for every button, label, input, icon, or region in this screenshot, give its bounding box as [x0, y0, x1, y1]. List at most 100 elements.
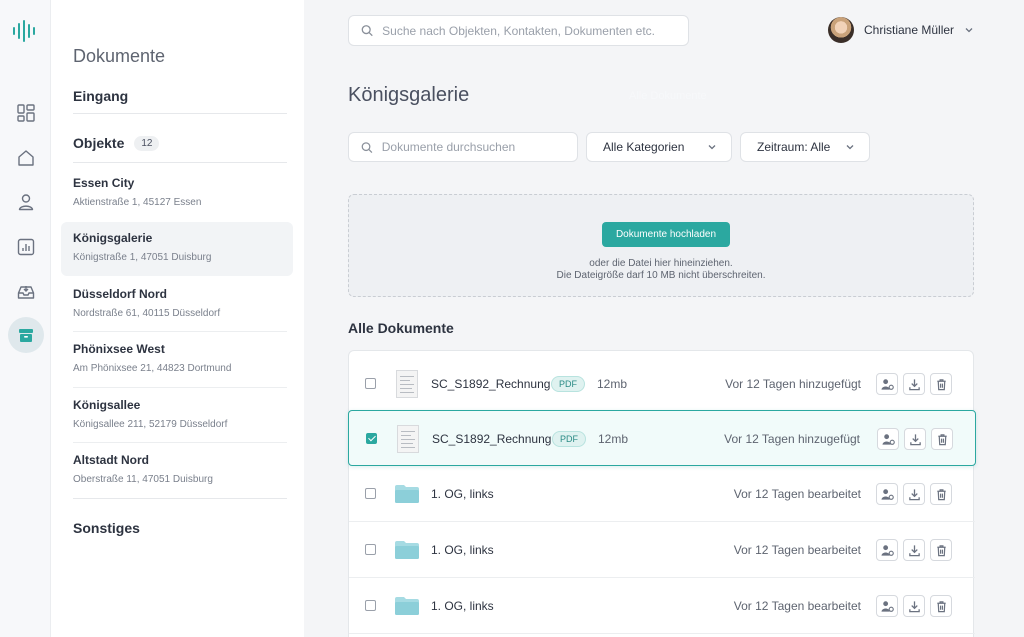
trash-icon — [937, 433, 947, 445]
upload-documents-button[interactable]: Dokumente hochladen — [602, 222, 730, 247]
sidebar-item-label: Eingang — [73, 88, 129, 104]
object-name: Essen City — [73, 176, 135, 190]
file-size: 12mb — [597, 377, 628, 391]
object-item-phoenixsee-west[interactable]: Phönixsee West Am Phönixsee 21, 44823 Do… — [61, 333, 293, 387]
object-item-essen-city[interactable]: Essen City Aktienstraße 1, 45127 Essen — [61, 167, 293, 221]
dropzone-hint: oder die Datei hier hineinziehen. — [589, 258, 733, 269]
sidebar-item-other[interactable]: Sonstiges — [73, 520, 140, 536]
delete-button[interactable] — [930, 539, 952, 561]
object-address: Am Phönixsee 21, 44823 Dortmund — [73, 363, 232, 374]
object-address: Königstraße 1, 47051 Duisburg — [73, 252, 212, 263]
object-name: Phönixsee West — [73, 342, 165, 356]
download-icon — [908, 378, 920, 390]
divider — [73, 331, 287, 332]
table-row[interactable]: 1. OG, links Vor 12 Tagen bearbeitet — [349, 522, 975, 578]
divider — [73, 113, 287, 114]
folder-name[interactable]: 1. OG, links — [431, 487, 494, 501]
object-address: Königsallee 211, 52179 Düsseldorf — [73, 419, 228, 430]
download-icon — [908, 544, 920, 556]
inbox-icon[interactable] — [8, 274, 44, 310]
table-row[interactable]: 1. OG, links Vor 12 Tagen bearbeitet — [349, 578, 975, 634]
global-search[interactable] — [348, 15, 689, 46]
row-checkbox[interactable] — [365, 488, 376, 499]
share-button[interactable] — [877, 428, 899, 450]
section-title: Alle Dokumente — [348, 320, 454, 336]
file-date: Vor 12 Tagen bearbeitet — [733, 543, 861, 557]
download-button[interactable] — [903, 595, 925, 617]
download-button[interactable] — [903, 373, 925, 395]
chart-icon[interactable] — [8, 229, 44, 265]
home-icon[interactable] — [8, 140, 44, 176]
share-button[interactable] — [876, 373, 898, 395]
chevron-down-icon — [846, 145, 854, 150]
file-name[interactable]: SC_S1892_Rechnung — [432, 432, 551, 446]
object-item-koenigsallee[interactable]: Königsallee Königsallee 211, 52179 Düsse… — [61, 389, 293, 443]
upload-dropzone[interactable]: Dokumente hochladen oder die Datei hier … — [348, 194, 974, 297]
period-select[interactable]: Zeitraum: Alle — [740, 132, 870, 162]
user-settings-icon — [880, 378, 894, 390]
search-icon — [361, 141, 373, 153]
user-settings-icon — [880, 600, 894, 612]
folder-icon — [395, 485, 419, 503]
object-item-koenigsgalerie[interactable]: Königsgalerie Königstraße 1, 47051 Duisb… — [61, 222, 293, 276]
icon-rail — [0, 0, 51, 637]
row-checkbox[interactable] — [365, 600, 376, 611]
file-date: Vor 12 Tagen bearbeitet — [733, 599, 861, 613]
archive-icon[interactable] — [8, 317, 44, 353]
share-button[interactable] — [876, 539, 898, 561]
user-name: Christiane Müller — [864, 23, 955, 37]
chevron-down-icon — [708, 145, 716, 150]
avatar — [828, 17, 854, 43]
object-name: Düsseldorf Nord — [73, 287, 168, 301]
download-button[interactable] — [903, 483, 925, 505]
folder-icon — [395, 541, 419, 559]
object-item-duesseldorf-nord[interactable]: Düsseldorf Nord Nordstraße 61, 40115 Düs… — [61, 278, 293, 332]
table-row[interactable]: 1. OG, links Vor 12 Tagen bearbeitet — [349, 466, 975, 522]
share-button[interactable] — [876, 595, 898, 617]
category-select[interactable]: Alle Kategorien — [586, 132, 732, 162]
global-search-input[interactable] — [382, 23, 688, 38]
trash-icon — [936, 488, 946, 500]
row-checkbox[interactable] — [365, 378, 376, 389]
sidebar-item-label: Sonstiges — [73, 520, 140, 536]
download-button[interactable] — [904, 428, 926, 450]
page-title: Königsgalerie — [348, 84, 470, 106]
person-icon[interactable] — [8, 184, 44, 220]
file-type-badge: PDF — [551, 376, 585, 392]
file-type-badge: PDF — [552, 431, 586, 447]
dashboard-icon[interactable] — [8, 95, 44, 131]
user-menu[interactable]: Christiane Müller — [828, 17, 974, 43]
row-checkbox[interactable] — [365, 544, 376, 555]
row-checkbox[interactable] — [366, 433, 377, 444]
delete-button[interactable] — [930, 373, 952, 395]
table-row-selected[interactable]: SC_S1892_Rechnung PDF 12mb Vor 12 Tagen … — [348, 410, 976, 466]
sidebar-item-label: Objekte — [73, 135, 125, 151]
period-select-value: Zeitraum: Alle — [757, 140, 831, 154]
sidebar-item-objects[interactable]: Objekte 12 — [73, 135, 160, 151]
document-list: SC_S1892_Rechnung PDF 12mb Vor 12 Tagen … — [348, 350, 976, 637]
delete-button[interactable] — [930, 483, 952, 505]
share-button[interactable] — [876, 483, 898, 505]
search-icon — [361, 25, 373, 37]
object-address: Nordstraße 61, 40115 Düsseldorf — [73, 308, 221, 319]
divider — [73, 162, 287, 163]
divider — [73, 387, 287, 388]
sidebar-title: Dokumente — [73, 46, 166, 66]
divider — [73, 442, 287, 443]
document-search[interactable] — [348, 132, 578, 162]
file-date: Vor 12 Tagen hinzugefügt — [724, 432, 860, 446]
delete-button[interactable] — [931, 428, 953, 450]
object-item-altstadt-nord[interactable]: Altstadt Nord Oberstraße 11, 47051 Duisb… — [61, 444, 293, 498]
file-name[interactable]: SC_S1892_Rechnung — [431, 377, 550, 391]
folder-name[interactable]: 1. OG, links — [431, 543, 494, 557]
download-icon — [908, 488, 920, 500]
document-search-input[interactable] — [381, 140, 577, 154]
folder-icon — [395, 597, 419, 615]
divider — [73, 498, 287, 499]
trash-icon — [936, 600, 946, 612]
folder-name[interactable]: 1. OG, links — [431, 599, 494, 613]
table-row[interactable]: SC_S1892_Rechnung PDF 12mb Vor 12 Tagen … — [349, 356, 975, 412]
sidebar-item-inbox[interactable]: Eingang — [73, 88, 128, 104]
delete-button[interactable] — [930, 595, 952, 617]
download-button[interactable] — [903, 539, 925, 561]
